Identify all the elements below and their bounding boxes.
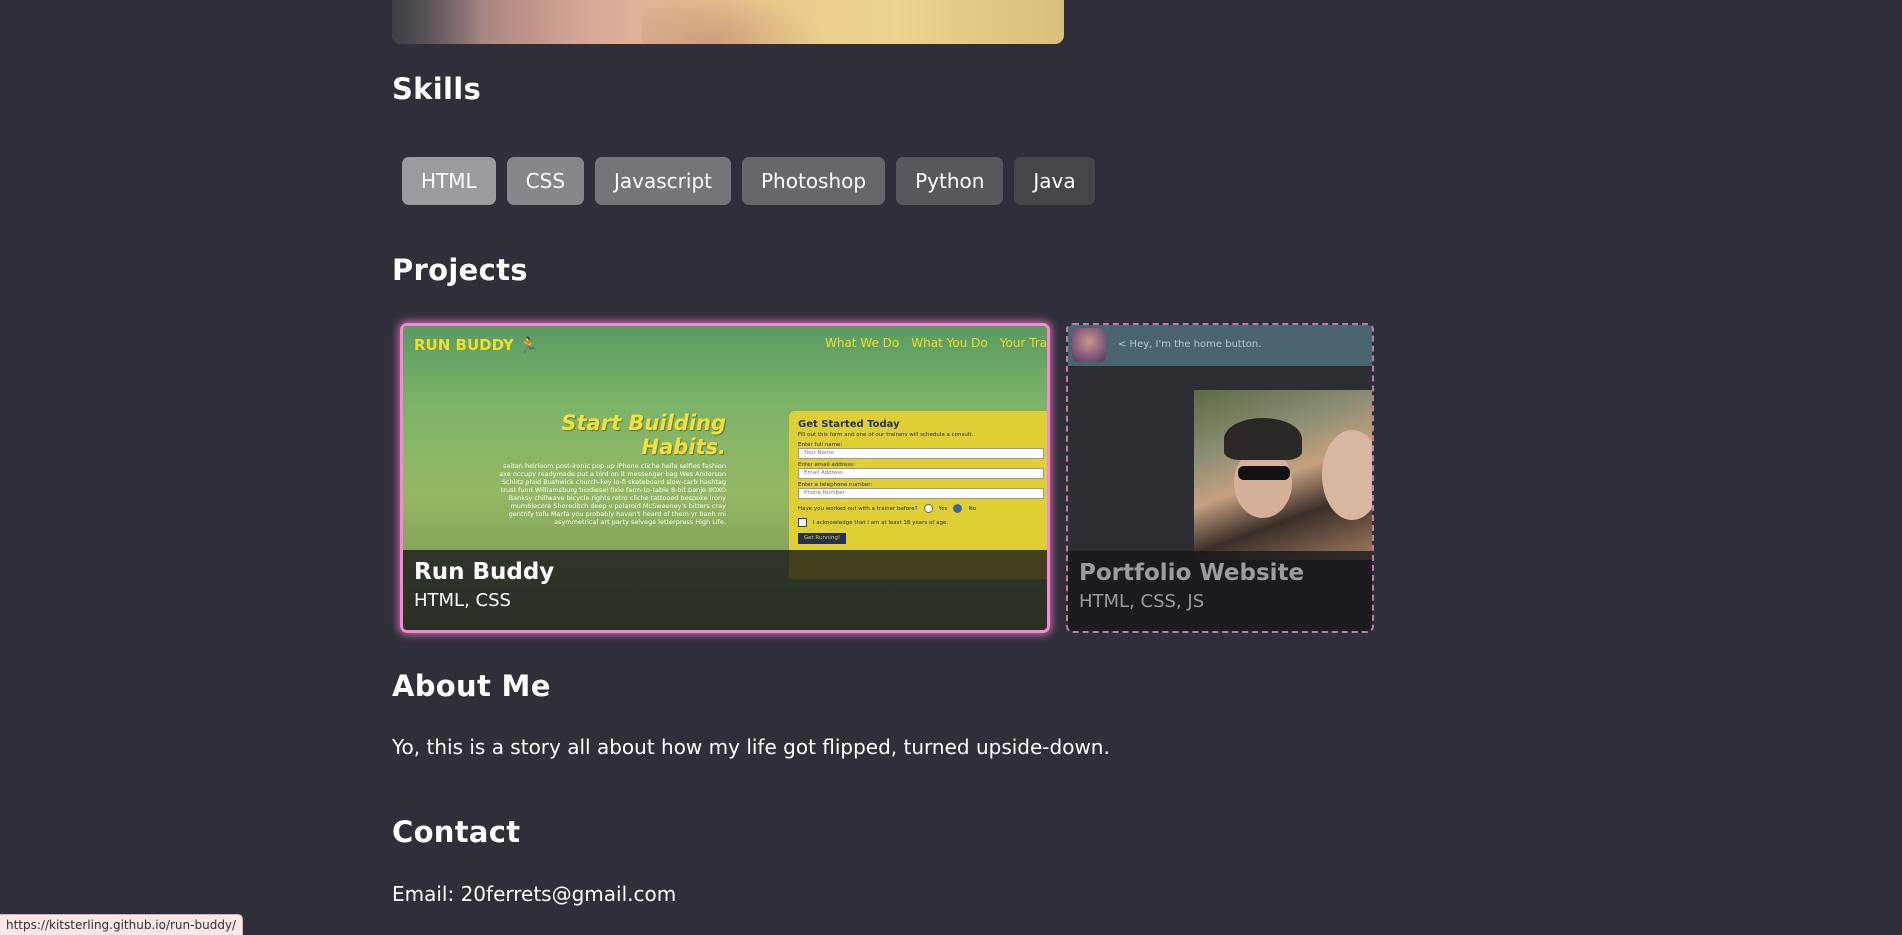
skill-badge-html: HTML [402,157,496,205]
skill-badge-javascript: Javascript [595,157,731,205]
projects-heading: Projects [392,253,528,287]
nav-item: What We Do [824,336,900,350]
profile-photo [392,0,1064,44]
project-tech: HTML, CSS [414,590,511,611]
project-title: Run Buddy [414,559,555,585]
portfolio-photo [1194,390,1372,560]
radio-icon [923,504,933,513]
checkbox-icon [798,518,807,527]
nav-item: What You Do [911,336,988,350]
radio-selected-icon [953,504,963,513]
project-card-caption: Portfolio Website HTML, CSS, JS [1068,551,1372,631]
project-card-portfolio-website[interactable]: < Hey, I'm the home button. Portfolio We… [1066,323,1374,633]
project-card-caption: Run Buddy HTML, CSS [403,550,1047,630]
run-buddy-nav: What We Do What You Do Your Tra [825,336,1047,350]
contact-email: Email: 20ferrets@gmail.com [392,882,677,906]
avatar [1072,328,1106,362]
skill-badge-python: Python [896,157,1004,205]
project-title: Portfolio Website [1079,560,1305,586]
skill-badge-css: CSS [506,157,585,205]
contact-heading: Contact [392,815,521,849]
skills-list: HTML CSS Javascript Photoshop Python Jav… [402,157,1095,205]
project-tech: HTML, CSS, JS [1079,591,1205,612]
skills-heading: Skills [392,72,482,106]
browser-status-url: https://kitsterling.github.io/run-buddy/ [0,914,244,935]
run-buddy-hero: Start Building Habits. seitan heirloom p… [499,411,726,526]
nav-item: Your Tra [999,336,1047,350]
about-text: Yo, this is a story all about how my lif… [392,735,1110,759]
about-heading: About Me [392,669,551,703]
skill-badge-photoshop: Photoshop [742,157,886,205]
run-buddy-logo: RUN BUDDY 🏃 [414,336,538,354]
portfolio-page: Skills HTML CSS Javascript Photoshop Pyt… [0,0,1902,935]
project-card-run-buddy[interactable]: RUN BUDDY 🏃 What We Do What You Do Your … [400,323,1050,633]
skill-badge-java: Java [1014,157,1095,205]
